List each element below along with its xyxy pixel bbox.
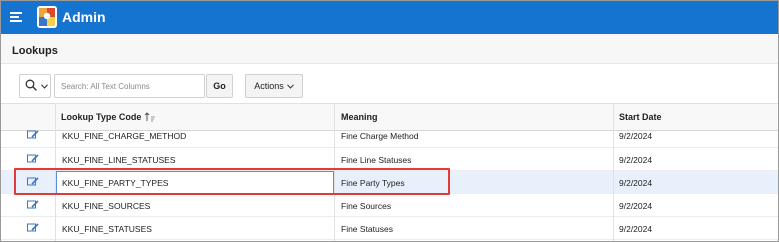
region-title: Lookups [12,45,58,57]
start-date-cell: 9/2/2024 [619,131,653,141]
sort-ascending-icon [144,112,156,122]
edit-icon[interactable] [27,130,39,140]
start-date-cell: 9/2/2024 [619,201,653,211]
start-date-cell: 9/2/2024 [619,224,653,234]
meaning-cell: Fine Line Statuses [341,155,412,165]
app-logo-icon [37,6,57,28]
meaning-cell: Fine Statuses [341,224,393,234]
actions-label: Actions [254,81,284,91]
hamburger-icon[interactable] [10,12,22,22]
edit-icon[interactable] [27,223,39,233]
edit-icon[interactable] [27,200,39,210]
chevron-down-icon [41,84,48,89]
region-header [1,34,778,64]
meaning-cell: Fine Sources [341,201,392,211]
actions-button[interactable]: Actions [245,74,303,98]
go-button[interactable]: Go [206,74,233,98]
top-bar: Admin [1,1,778,34]
column-divider [613,103,614,241]
app-frame: Admin Lookups Go Actions Lookup Type Cod… [0,0,779,242]
app-title: Admin [62,9,106,25]
search-column-button[interactable] [19,74,51,98]
lookup-type-code-cell: KKU_FINE_LINE_STATUSES [62,155,176,165]
highlight-annotation-box [14,168,450,195]
search-input[interactable] [54,74,205,98]
chevron-down-icon [286,83,294,89]
search-icon [25,79,37,91]
lookup-type-code-cell: KKU_FINE_STATUSES [62,224,152,234]
start-date-cell: 9/2/2024 [619,155,653,165]
edit-icon[interactable] [27,154,39,164]
lookup-type-code-cell: KKU_FINE_SOURCES [62,201,151,211]
start-date-cell: 9/2/2024 [619,178,653,188]
meaning-cell: Fine Charge Method [341,131,419,141]
lookup-type-code-cell: KKU_FINE_CHARGE_METHOD [62,131,187,141]
